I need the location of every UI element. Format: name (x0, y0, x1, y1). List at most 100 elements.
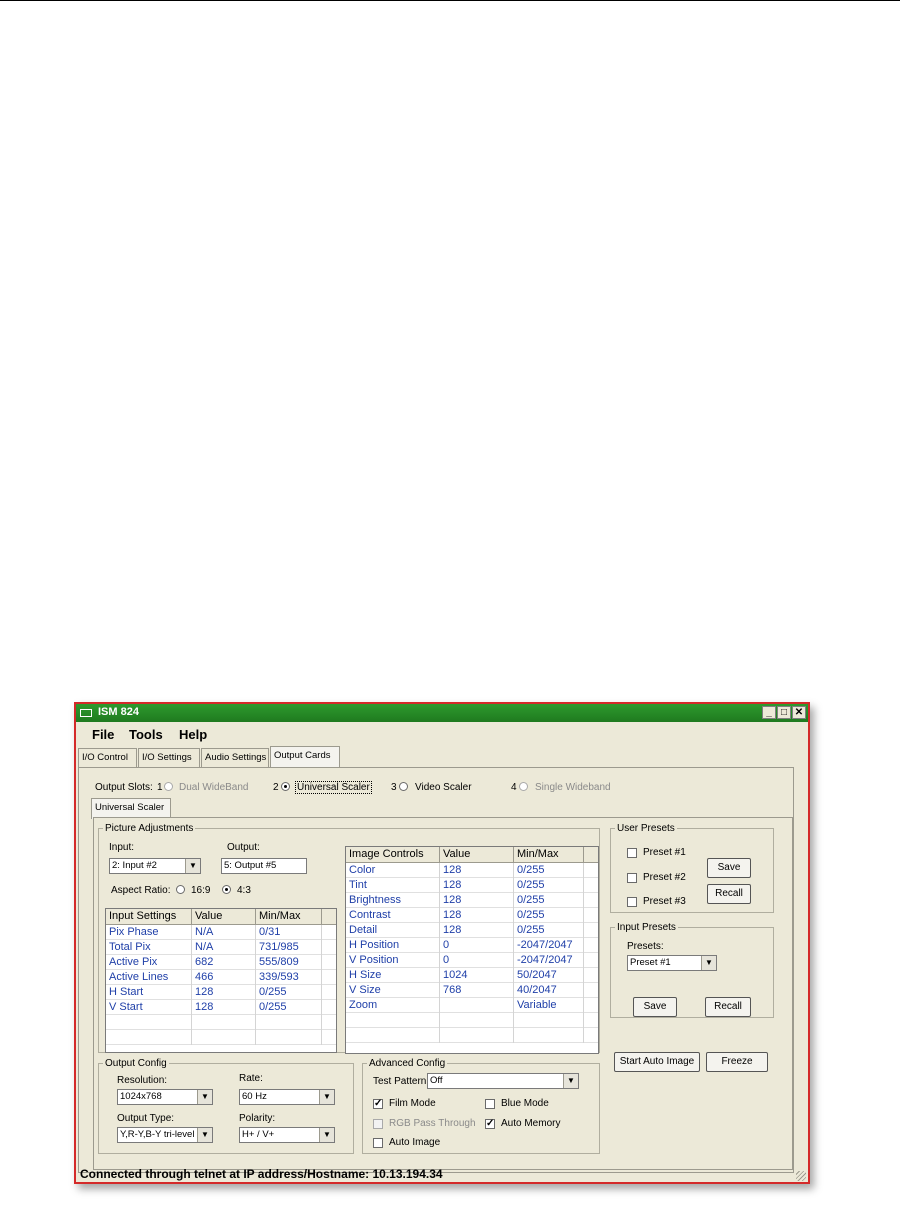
table-row[interactable]: Pix Phase N/A 0/31 (106, 925, 336, 940)
table-row[interactable]: Active Lines 466 339/593 (106, 970, 336, 985)
cell-name: Tint (346, 878, 440, 893)
table-row[interactable]: Zoom Variable (346, 998, 598, 1013)
output-type-select[interactable]: Y,R-Y,B-Y tri-level ▼ (117, 1127, 213, 1143)
rate-label: Rate: (239, 1073, 263, 1084)
user-presets-group: User Presets Preset #1 Preset #2 Preset … (610, 823, 774, 913)
table-row[interactable]: Total Pix N/A 731/985 (106, 940, 336, 955)
menu-tools[interactable]: Tools (129, 727, 163, 742)
slot-4-radio[interactable] (519, 782, 528, 793)
page-top-rule (0, 0, 900, 1)
freeze-button[interactable]: Freeze (706, 1052, 768, 1072)
cell-value: 128 (440, 893, 514, 908)
preset-3-checkbox[interactable] (627, 897, 637, 907)
input-preset-recall-button[interactable]: Recall (705, 997, 751, 1017)
title-bar[interactable]: ISM 824 _ □ ✕ (76, 704, 808, 722)
universal-scaler-panel: Picture Adjustments Input: 2: Input #2 ▼ … (93, 817, 793, 1170)
table-row[interactable]: V Size 768 40/2047 (346, 983, 598, 998)
aspect-4-3-radio[interactable] (222, 885, 231, 896)
table-row[interactable]: H Size 1024 50/2047 (346, 968, 598, 983)
preset-2-label: Preset #2 (643, 872, 686, 883)
user-preset-save-button[interactable]: Save (707, 858, 751, 878)
slot-3-number: 3 (391, 782, 397, 793)
presets-select[interactable]: Preset #1 ▼ (627, 955, 717, 971)
cell-minmax: 0/255 (514, 878, 584, 893)
aspect-ratio-label: Aspect Ratio: (111, 885, 171, 896)
cell-value: N/A (192, 940, 256, 955)
menu-help[interactable]: Help (179, 727, 207, 742)
cell-name: V Size (346, 983, 440, 998)
output-cards-panel: Output Slots: 1 Dual WideBand 2 Universa… (78, 767, 794, 1173)
status-message: Connected through telnet at IP address/H… (80, 1167, 443, 1181)
cell-minmax: -2047/2047 (514, 938, 584, 953)
input-presets-legend: Input Presets (617, 922, 676, 933)
table-row[interactable]: Color 128 0/255 (346, 863, 598, 878)
image-controls-header: Image Controls (346, 847, 440, 863)
minimize-button[interactable]: _ (762, 706, 776, 719)
cell-name: Active Pix (106, 955, 192, 970)
presets-label: Presets: (627, 941, 664, 952)
cell-name: Total Pix (106, 940, 192, 955)
table-row[interactable]: Brightness 128 0/255 (346, 893, 598, 908)
advanced-config-group: Advanced Config Test Pattern: Off ▼ ✓ Fil… (362, 1058, 600, 1154)
auto-image-checkbox[interactable] (373, 1138, 383, 1148)
cell-minmax: 40/2047 (514, 983, 584, 998)
output-label: Output: (227, 842, 260, 853)
table-row-empty (346, 1028, 598, 1043)
cell-name: Active Lines (106, 970, 192, 985)
film-mode-checkbox[interactable]: ✓ (373, 1099, 383, 1109)
table-row[interactable]: Detail 128 0/255 (346, 923, 598, 938)
output-field[interactable]: 5: Output #5 (221, 858, 307, 874)
input-preset-save-button[interactable]: Save (633, 997, 677, 1017)
cell-minmax: 0/31 (256, 925, 322, 940)
test-pattern-select[interactable]: Off ▼ (427, 1073, 579, 1089)
auto-image-label: Auto Image (389, 1137, 441, 1148)
rate-select[interactable]: 60 Hz ▼ (239, 1089, 335, 1105)
image-controls-grid[interactable]: Image Controls Value Min/Max Color 128 0… (345, 846, 599, 1054)
rgb-pass-through-checkbox[interactable] (373, 1119, 383, 1129)
output-slots-label: Output Slots: (95, 782, 153, 793)
tab-output-cards[interactable]: Output Cards (270, 746, 340, 767)
user-preset-recall-button[interactable]: Recall (707, 884, 751, 904)
table-row[interactable]: V Position 0 -2047/2047 (346, 953, 598, 968)
preset-1-checkbox[interactable] (627, 848, 637, 858)
tab-universal-scaler[interactable]: Universal Scaler (91, 798, 171, 819)
input-select[interactable]: 2: Input #2 ▼ (109, 858, 201, 874)
table-row[interactable]: V Start 128 0/255 (106, 1000, 336, 1015)
slot-1-radio[interactable] (164, 782, 173, 793)
tab-io-control[interactable]: I/O Control (78, 748, 137, 767)
cell-value: 128 (440, 878, 514, 893)
chevron-down-icon: ▼ (563, 1074, 578, 1088)
table-row[interactable]: Active Pix 682 555/809 (106, 955, 336, 970)
aspect-16-9-radio[interactable] (176, 885, 185, 896)
chevron-down-icon: ▼ (319, 1128, 334, 1142)
input-settings-grid[interactable]: Input Settings Value Min/Max Pix Phase N… (105, 908, 337, 1053)
tab-audio-settings[interactable]: Audio Settings (201, 748, 269, 767)
slot-2-radio[interactable] (281, 782, 290, 793)
blue-mode-checkbox[interactable] (485, 1099, 495, 1109)
start-auto-image-button[interactable]: Start Auto Image (614, 1052, 700, 1072)
tab-io-settings[interactable]: I/O Settings (138, 748, 200, 767)
preset-2-checkbox[interactable] (627, 873, 637, 883)
user-presets-legend: User Presets (617, 823, 675, 834)
close-button[interactable]: ✕ (792, 706, 806, 719)
table-row[interactable]: H Position 0 -2047/2047 (346, 938, 598, 953)
slot-1-number: 1 (157, 782, 163, 793)
cell-value: 128 (192, 1000, 256, 1015)
cell-name: H Size (346, 968, 440, 983)
resolution-select[interactable]: 1024x768 ▼ (117, 1089, 213, 1105)
header-filler (584, 847, 598, 863)
cell-value: N/A (192, 925, 256, 940)
chevron-down-icon: ▼ (197, 1128, 212, 1142)
resize-grip-icon[interactable] (796, 1171, 806, 1181)
table-row[interactable]: Contrast 128 0/255 (346, 908, 598, 923)
menu-file[interactable]: File (92, 727, 114, 742)
cell-value: 0 (440, 953, 514, 968)
table-row[interactable]: H Start 128 0/255 (106, 985, 336, 1000)
cell-value: 768 (440, 983, 514, 998)
slot-3-radio[interactable] (399, 782, 408, 793)
polarity-select[interactable]: H+ / V+ ▼ (239, 1127, 335, 1143)
maximize-button[interactable]: □ (777, 706, 791, 719)
auto-memory-checkbox[interactable]: ✓ (485, 1119, 495, 1129)
cell-minmax: 339/593 (256, 970, 322, 985)
table-row[interactable]: Tint 128 0/255 (346, 878, 598, 893)
